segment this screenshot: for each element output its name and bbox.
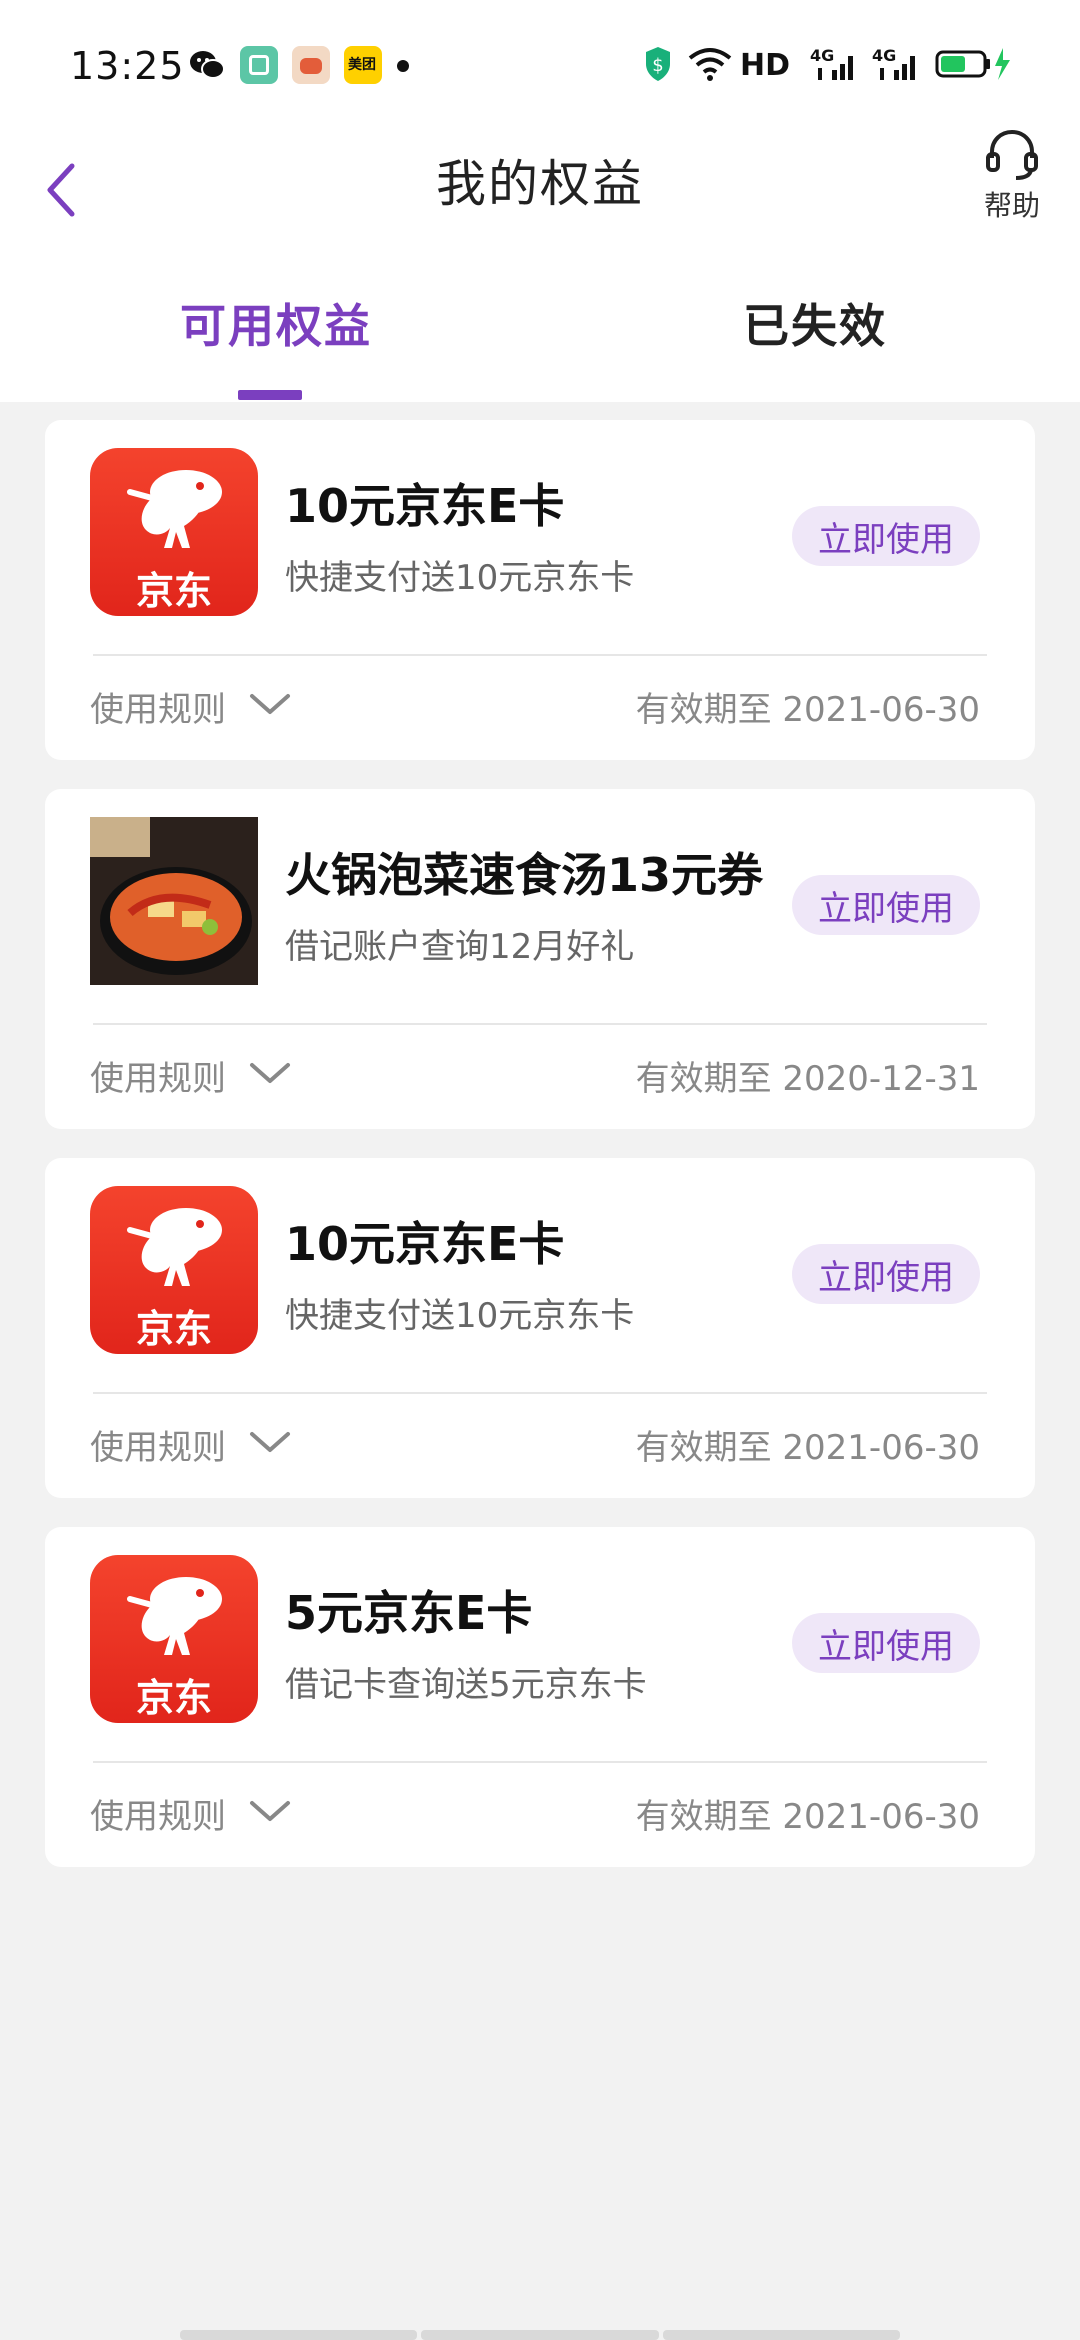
chevron-down-icon[interactable] — [248, 1797, 292, 1825]
benefit-desc: 快捷支付送10元京东卡 — [285, 558, 635, 598]
benefit-card: 火锅泡菜速食汤13元券 借记账户查询12月好礼 立即使用 使用规则 有效期至 2… — [45, 789, 1035, 1129]
active-tab-indicator — [238, 390, 302, 400]
divider — [93, 1392, 987, 1394]
benefit-title: 火锅泡菜速食汤13元券 — [285, 848, 764, 902]
page-title: 我的权益 — [436, 155, 644, 213]
expiry-date: 有效期至 2021-06-30 — [635, 1428, 980, 1468]
benefit-card: 京东 10元京东E卡 快捷支付送10元京东卡 立即使用 使用规则 有效期至 20… — [45, 420, 1035, 760]
help-label: 帮助 — [983, 189, 1040, 222]
wechat-icon — [188, 46, 226, 84]
shield-icon: $ — [643, 44, 673, 84]
benefit-desc: 借记账户查询12月好礼 — [285, 927, 635, 967]
hd-indicator: HD — [740, 48, 791, 83]
divider — [93, 1761, 987, 1763]
signal-icon: 4G — [810, 44, 860, 84]
meituan-icon: 美团 — [344, 46, 382, 84]
jd-logo-text: 京东 — [135, 569, 212, 613]
benefit-title: 5元京东E卡 — [285, 1586, 533, 1640]
usage-rules-toggle[interactable]: 使用规则 — [90, 1420, 226, 1469]
help-button[interactable]: 帮助 — [962, 126, 1062, 236]
svg-text:$: $ — [652, 55, 663, 76]
tab-expired[interactable]: 已失效 — [743, 290, 887, 356]
jd-logo-text: 京东 — [135, 1307, 212, 1351]
jd-logo-icon: 京东 — [90, 1555, 258, 1723]
benefit-card: 京东 10元京东E卡 快捷支付送10元京东卡 立即使用 使用规则 有效期至 20… — [45, 1158, 1035, 1498]
benefit-desc: 快捷支付送10元京东卡 — [285, 1296, 635, 1336]
usage-rules-toggle[interactable]: 使用规则 — [90, 1789, 226, 1838]
signal-icon: 4G — [872, 44, 922, 84]
divider — [93, 1023, 987, 1025]
status-bar: 13:25 美团 $ HD 4G 4G — [0, 0, 1080, 120]
expiry-date: 有效期至 2020-12-31 — [635, 1059, 980, 1099]
jd-logo-icon: 京东 — [90, 448, 258, 616]
usage-rules-toggle[interactable]: 使用规则 — [90, 1051, 226, 1100]
header: 我的权益 帮助 — [0, 120, 1080, 260]
expiry-date: 有效期至 2021-06-30 — [635, 1797, 980, 1837]
jd-logo-text: 京东 — [135, 1676, 212, 1720]
chevron-down-icon[interactable] — [248, 1059, 292, 1087]
battery-icon — [935, 44, 1015, 84]
app-notification-icon — [292, 46, 330, 84]
hotpot-soup-image — [90, 817, 258, 985]
benefit-card: 京东 5元京东E卡 借记卡查询送5元京东卡 立即使用 使用规则 有效期至 202… — [45, 1527, 1035, 1867]
wifi-icon — [688, 44, 732, 84]
app-notification-icon — [240, 46, 278, 84]
divider — [93, 654, 987, 656]
status-time: 13:25 — [70, 44, 185, 88]
use-now-button[interactable]: 立即使用 — [792, 1613, 980, 1673]
benefit-title: 10元京东E卡 — [285, 1217, 565, 1271]
use-now-button[interactable]: 立即使用 — [792, 506, 980, 566]
expiry-date: 有效期至 2021-06-30 — [635, 690, 980, 730]
benefit-desc: 借记卡查询送5元京东卡 — [285, 1665, 647, 1705]
headset-icon — [986, 129, 1038, 180]
chevron-down-icon[interactable] — [248, 1428, 292, 1456]
benefit-title: 10元京东E卡 — [285, 479, 565, 533]
home-indicator — [180, 2330, 900, 2340]
tab-bar: 可用权益 已失效 — [0, 260, 1080, 402]
chevron-down-icon[interactable] — [248, 690, 292, 718]
tab-available[interactable]: 可用权益 — [180, 290, 372, 356]
jd-logo-icon: 京东 — [90, 1186, 258, 1354]
notification-dot — [397, 60, 409, 72]
use-now-button[interactable]: 立即使用 — [792, 1244, 980, 1304]
usage-rules-toggle[interactable]: 使用规则 — [90, 682, 226, 731]
use-now-button[interactable]: 立即使用 — [792, 875, 980, 935]
